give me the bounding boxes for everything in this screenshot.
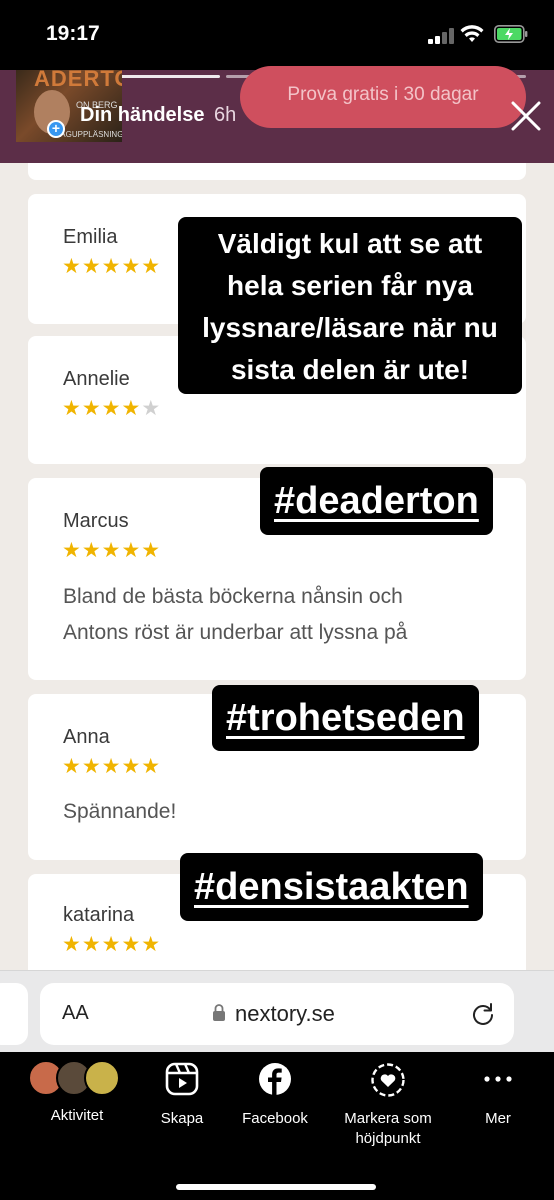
reels-icon <box>165 1062 199 1096</box>
thumbnail-subtitle: TAGUPPLÄSNING <box>56 130 122 139</box>
star-rating: ★★★★★ <box>62 754 162 778</box>
lock-icon <box>213 1004 225 1021</box>
activity-button[interactable]: Aktivitet <box>20 1052 134 1126</box>
battery-charging-icon <box>494 25 528 43</box>
caption-line: sista delen är ute! <box>230 354 470 385</box>
status-bar: 19:17 <box>0 0 554 70</box>
review-text-line: Spännande! <box>63 800 177 823</box>
review-text: Spännande! <box>63 794 176 830</box>
url-text: nextory.se <box>235 1001 335 1026</box>
hashtag-sticker[interactable]: #densistaakten <box>180 853 483 921</box>
previous-tab[interactable] <box>0 983 28 1045</box>
story-caption-sticker: Väldigt kul att se att hela serien får n… <box>178 217 522 394</box>
empty-star: ★ <box>141 396 162 420</box>
hashtag-sticker[interactable]: #trohetseden <box>212 685 479 751</box>
status-time: 19:17 <box>46 22 100 45</box>
text-size-button[interactable]: AA <box>62 1002 89 1025</box>
story-username[interactable]: Din händelse <box>80 104 204 127</box>
reload-icon[interactable] <box>470 1001 496 1027</box>
wifi-icon <box>460 25 484 42</box>
create-label: Skapa <box>160 1110 204 1127</box>
add-story-icon[interactable]: + <box>47 120 65 138</box>
story-bottom-bar: Aktivitet Skapa Facebook Markera som höj… <box>0 1052 554 1200</box>
highlight-label: Markera som <box>344 1110 432 1127</box>
reviewer-name: Annelie <box>63 368 130 390</box>
reviewer-name: Marcus <box>63 510 129 532</box>
cellular-signal-icon <box>428 28 454 44</box>
url-field[interactable]: AA nextory.se <box>40 983 514 1045</box>
caption-line: Väldigt kul att se att <box>217 228 483 259</box>
star-rating: ★★★★★ <box>62 538 162 562</box>
viewer-avatars <box>28 1060 128 1098</box>
avatar <box>84 1060 120 1096</box>
reviewer-name: Anna <box>63 726 110 748</box>
caption-line: hela serien får nya <box>227 270 473 301</box>
highlight-button[interactable]: Markera som höjdpunkt <box>330 1052 446 1149</box>
more-icon <box>484 1076 512 1082</box>
caption-line: lyssnare/läsare när nu <box>202 312 498 343</box>
reviewer-name: Emilia <box>63 226 118 248</box>
hashtag-text: #deaderton <box>274 480 479 522</box>
close-icon[interactable] <box>506 96 546 136</box>
star-rating: ★★★★★ <box>62 396 161 420</box>
activity-label: Aktivitet <box>50 1107 104 1124</box>
review-text: Bland de bästa böckerna nånsin och Anton… <box>63 579 407 651</box>
home-indicator[interactable] <box>176 1184 376 1190</box>
thumbnail-book-title: ADERTON <box>34 70 122 91</box>
highlight-heart-icon <box>371 1063 405 1097</box>
review-text-line: Bland de bästa böckerna nånsin och <box>63 585 403 608</box>
filled-stars: ★★★★ <box>62 396 142 420</box>
story-time-ago: 6h <box>214 104 237 126</box>
browser-address-bar: AA nextory.se <box>0 970 554 1052</box>
hashtag-text: #trohetseden <box>226 697 465 739</box>
facebook-label: Facebook <box>242 1110 308 1127</box>
hashtag-sticker[interactable]: #deaderton <box>260 467 493 535</box>
facebook-icon <box>259 1063 291 1095</box>
highlight-label: höjdpunkt <box>355 1130 421 1147</box>
more-label: Mer <box>485 1110 511 1127</box>
create-button[interactable]: Skapa <box>150 1052 214 1129</box>
review-text-line: Antons röst är underbar att lyssna på <box>63 621 408 644</box>
more-button[interactable]: Mer <box>466 1052 530 1129</box>
facebook-button[interactable]: Facebook <box>230 1052 320 1129</box>
star-rating: ★★★★★ <box>62 254 162 278</box>
hashtag-text: #densistaakten <box>194 866 469 908</box>
reviewer-name: katarina <box>63 904 135 926</box>
free-trial-button[interactable]: Prova gratis i 30 dagar <box>240 66 526 128</box>
star-rating: ★★★★★ <box>62 932 162 956</box>
